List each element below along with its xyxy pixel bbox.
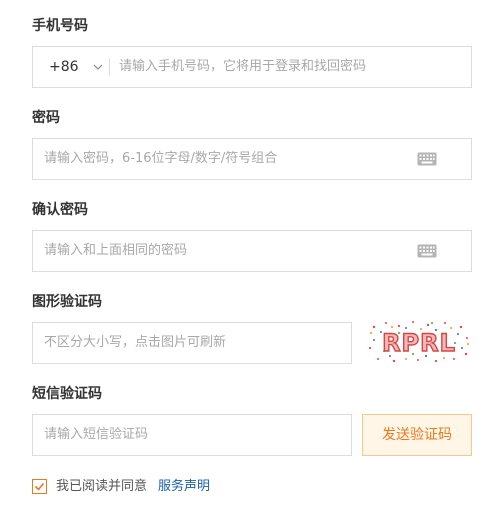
divider [109,58,110,76]
image-captcha-label: 图形验证码 [32,294,102,310]
captcha-image[interactable]: RPRL [366,318,472,364]
phone-label: 手机号码 [32,18,88,34]
confirm-password-input[interactable]: 请输入和上面相同的密码 [44,231,187,271]
phone-field[interactable]: +86 请输入手机号码，它将用于登录和找回密码 [32,46,472,88]
sms-code-input[interactable]: 请输入短信验证码 [44,415,148,455]
checkmark-icon [34,482,45,491]
service-terms-link[interactable]: 服务声明 [158,478,210,496]
image-captcha-input[interactable]: 不区分大小写，点击图片可刷新 [44,323,226,363]
sms-code-label: 短信验证码 [32,386,102,402]
confirm-password-field[interactable]: 请输入和上面相同的密码 [32,230,472,272]
agreement-text: 我已阅读并同意 [56,479,148,494]
chevron-down-icon [93,64,103,70]
country-code-value: +86 [49,59,79,75]
image-captcha-field[interactable]: 不区分大小写，点击图片可刷新 [32,322,352,364]
sms-code-field[interactable]: 请输入短信验证码 [32,414,352,456]
password-input[interactable]: 请输入密码，6-16位字母/数字/符号组合 [44,139,277,179]
keyboard-icon[interactable] [417,152,437,166]
keyboard-icon[interactable] [417,244,437,258]
send-code-button[interactable]: 发送验证码 [362,414,472,456]
captcha-text: RPRL [382,329,456,357]
phone-input[interactable]: 请输入手机号码，它将用于登录和找回密码 [119,47,366,87]
confirm-password-label: 确认密码 [32,202,88,218]
password-label: 密码 [32,110,60,126]
country-code-select[interactable]: +86 [33,47,109,87]
password-field[interactable]: 请输入密码，6-16位字母/数字/符号组合 [32,138,472,180]
agreement-checkbox[interactable] [32,479,47,494]
